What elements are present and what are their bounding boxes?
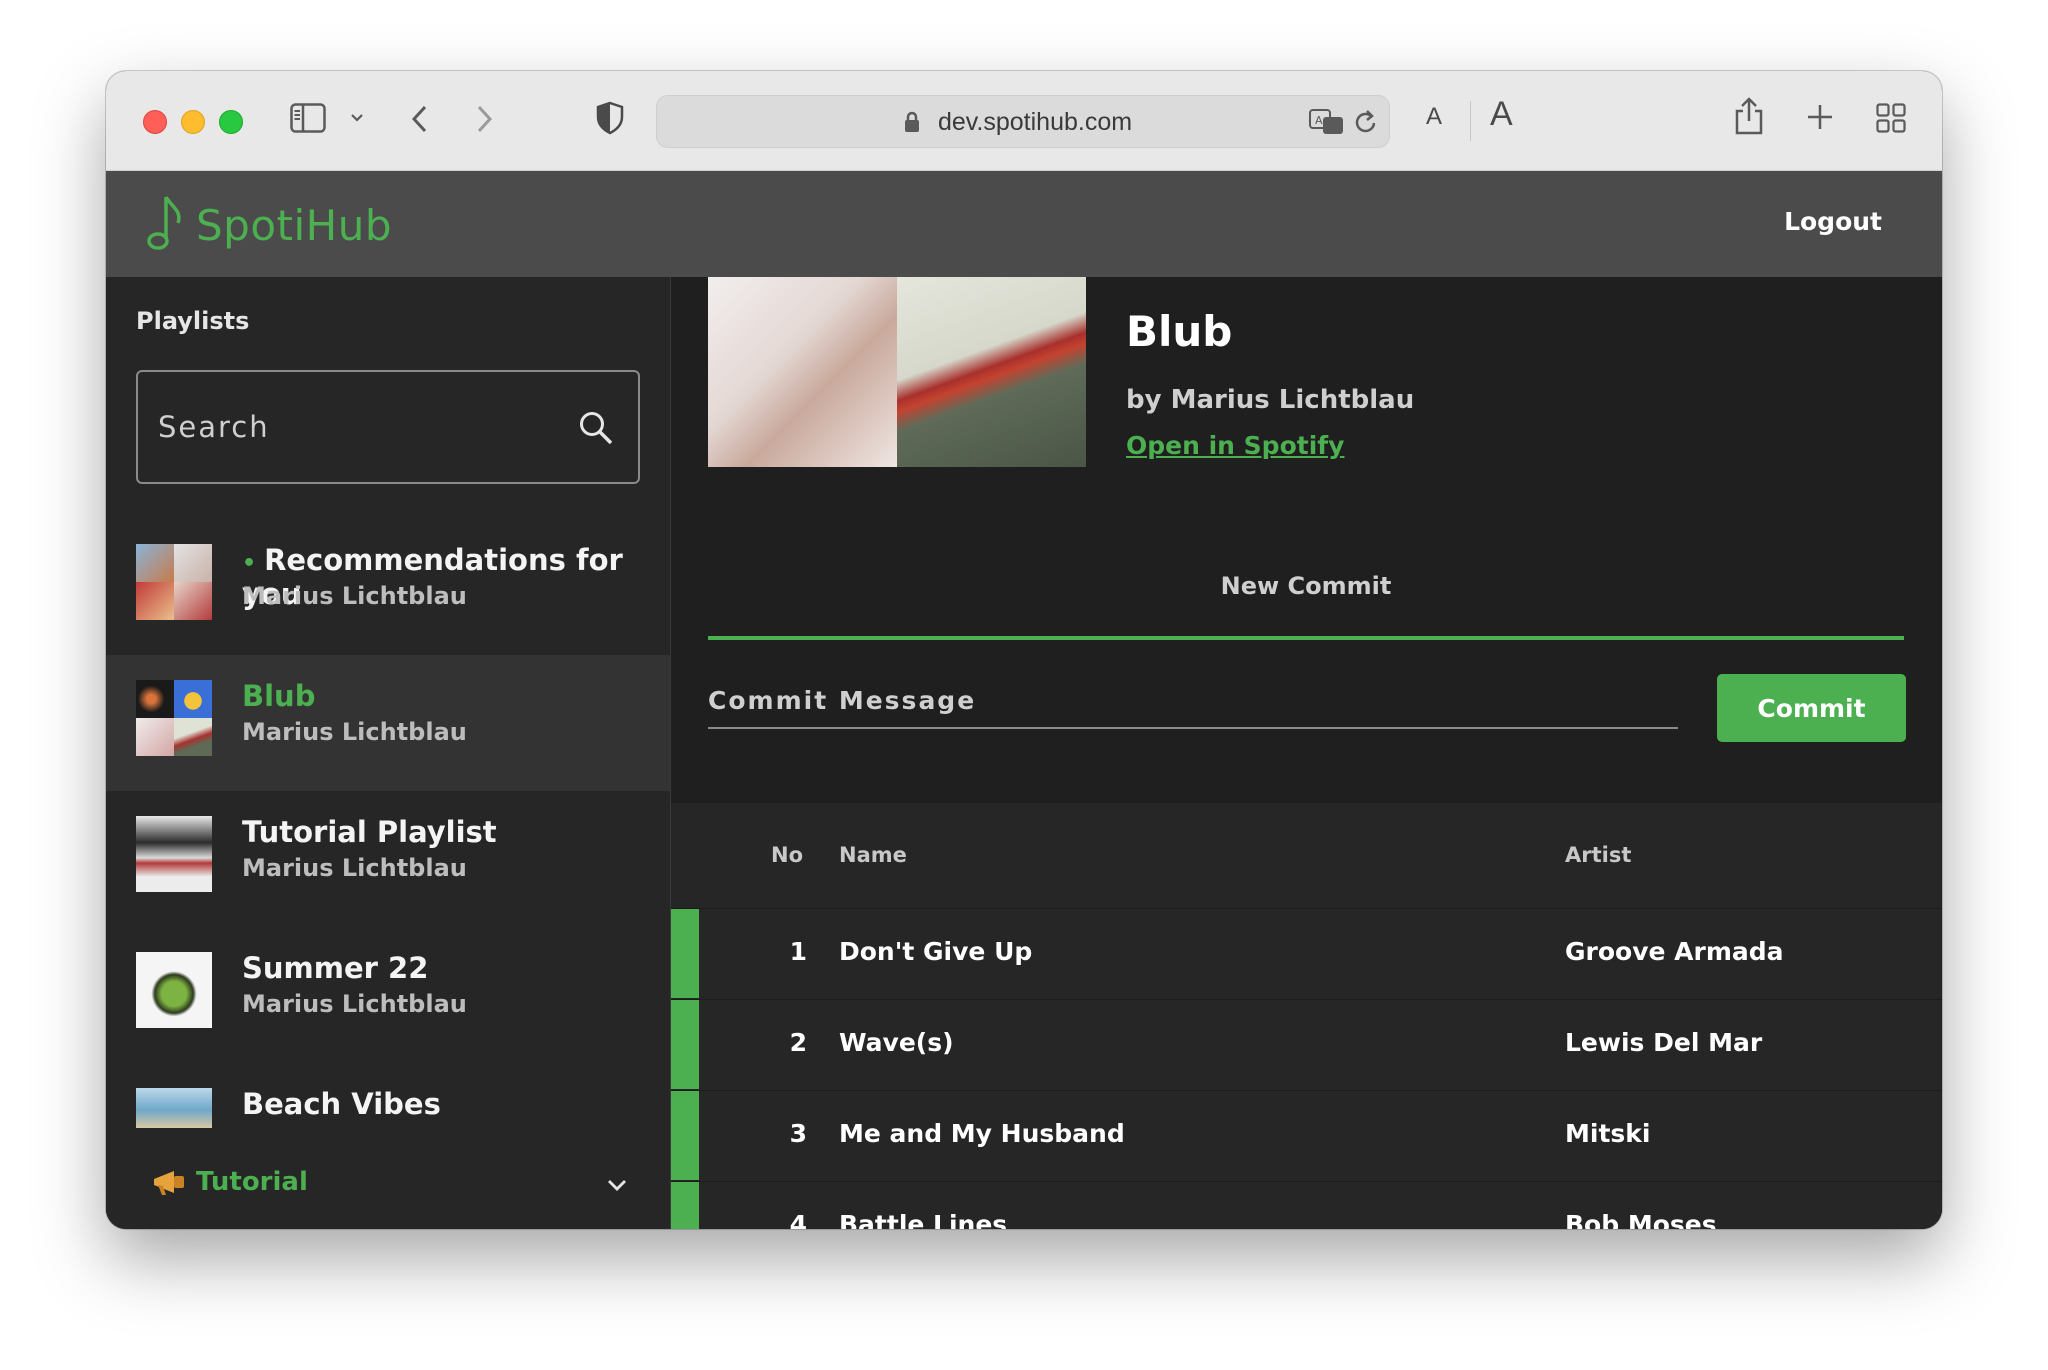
tutorial-toggle[interactable]: Tutorial (106, 1157, 670, 1217)
text-size-decrease-button[interactable]: A (1426, 103, 1442, 131)
cover-tile-lake (897, 277, 1086, 467)
table-row[interactable]: 2 Wave(s) Lewis Del Mar (671, 999, 1942, 1089)
track-number: 1 (789, 937, 807, 966)
close-window-button[interactable] (143, 110, 167, 134)
app-header: SpotiHub Logout (106, 171, 1942, 277)
megaphone-icon (150, 1167, 188, 1203)
text-size-increase-button[interactable]: A (1490, 95, 1513, 134)
open-in-spotify-link[interactable]: Open in Spotify (1126, 431, 1344, 460)
commit-message-field (708, 677, 1678, 729)
new-indicator-dot: • (242, 551, 257, 576)
playlist-name: Beach Vibes (242, 1087, 441, 1121)
playlist-item-tutorial[interactable]: Tutorial Playlist Marius Lichtblau (106, 791, 670, 927)
browser-toolbar: dev.spotihub.com A A A (106, 71, 1942, 171)
playlist-item-summer-22[interactable]: Summer 22 Marius Lichtblau (106, 927, 670, 1063)
track-name: Don't Give Up (839, 937, 1033, 966)
new-tab-icon[interactable] (1806, 103, 1834, 131)
music-note-icon (146, 193, 186, 257)
track-number: 2 (789, 1028, 807, 1057)
playlist-owner-line: by Marius Lichtblau (1126, 385, 1415, 415)
track-artist: Mitski (1565, 1119, 1651, 1148)
column-header-name: Name (839, 843, 907, 867)
chevron-down-icon[interactable] (606, 1177, 628, 1196)
track-status-bar (671, 909, 699, 998)
track-number: 3 (789, 1119, 807, 1148)
app-name: SpotiHub (196, 200, 393, 250)
search-input[interactable] (158, 402, 538, 452)
playlist-name: Tutorial Playlist (242, 815, 497, 849)
track-name: Wave(s) (839, 1028, 954, 1057)
playlist-cover (136, 816, 212, 892)
playlist-cover (136, 1088, 212, 1128)
sidebar-title: Playlists (136, 307, 250, 335)
table-row[interactable]: 1 Don't Give Up Groove Armada (671, 908, 1942, 998)
playlists-sidebar: Playlists •Recommendations for you Mariu… (106, 277, 670, 1229)
tab-new-commit[interactable]: New Commit (708, 572, 1904, 640)
playlist-owner: Marius Lichtblau (242, 854, 467, 882)
track-table: No Name Artist 1 Don't Give Up Groove Ar… (671, 803, 1942, 1229)
reload-icon[interactable] (1353, 108, 1379, 136)
translate-icon[interactable]: A (1309, 108, 1345, 136)
track-status-bar (671, 1091, 699, 1180)
share-icon[interactable] (1734, 97, 1764, 135)
toolbar-divider (1470, 101, 1471, 141)
chevron-down-icon[interactable] (350, 113, 364, 123)
playlist-owner: Marius Lichtblau (242, 990, 467, 1018)
playlist-item-blub[interactable]: Blub Marius Lichtblau (106, 655, 670, 791)
playlist-detail: Blub by Marius Lichtblau Open in Spotify… (670, 277, 1942, 1229)
track-name: Me and My Husband (839, 1119, 1125, 1148)
minimize-window-button[interactable] (181, 110, 205, 134)
sidebar-toggle-icon[interactable] (290, 103, 326, 133)
playlist-owner: Marius Lichtblau (242, 718, 467, 746)
forward-icon[interactable] (476, 104, 494, 134)
browser-window: dev.spotihub.com A A A SpotiHub Logout P… (106, 71, 1942, 1229)
logout-button[interactable]: Logout (1784, 207, 1882, 236)
search-icon[interactable] (578, 410, 614, 450)
privacy-shield-icon[interactable] (596, 101, 624, 135)
svg-text:A: A (1315, 114, 1323, 127)
column-header-artist: Artist (1565, 843, 1632, 867)
url-text: dev.spotihub.com (937, 108, 1133, 136)
back-icon[interactable] (410, 104, 428, 134)
playlist-cover (136, 952, 212, 1028)
track-number: 4 (789, 1210, 807, 1229)
column-header-no: No (771, 843, 804, 867)
address-bar[interactable]: dev.spotihub.com A (656, 95, 1390, 148)
track-artist: Lewis Del Mar (1565, 1028, 1763, 1057)
app-logo[interactable]: SpotiHub (146, 193, 392, 257)
playlist-cover-art (708, 277, 1086, 467)
playlist-item-recommendations[interactable]: • Recommendations for you Marius Lichtbla… (106, 519, 670, 655)
track-artist: Bob Moses (1565, 1210, 1717, 1229)
table-row[interactable]: 4 Battle Lines Bob Moses (671, 1181, 1942, 1229)
playlist-owner: Marius Lichtblau (242, 582, 467, 610)
playlist-name: Blub (242, 679, 316, 713)
track-name: Battle Lines (839, 1210, 1008, 1229)
playlist-search (136, 370, 640, 484)
tutorial-label: Tutorial (196, 1167, 308, 1197)
playlist-name: Summer 22 (242, 951, 429, 985)
playlist-title: Blub (1126, 307, 1233, 356)
commit-button[interactable]: Commit (1717, 674, 1906, 742)
commit-message-input[interactable] (708, 677, 1678, 723)
playlist-cover (136, 680, 212, 756)
track-artist: Groove Armada (1565, 937, 1784, 966)
track-status-bar (671, 1000, 699, 1089)
zoom-window-button[interactable] (219, 110, 243, 134)
cover-tile-portrait (708, 277, 897, 467)
tab-overview-icon[interactable] (1876, 103, 1906, 133)
playlist-cover (136, 544, 212, 620)
table-row[interactable]: 3 Me and My Husband Mitski (671, 1090, 1942, 1180)
track-status-bar (671, 1182, 699, 1229)
